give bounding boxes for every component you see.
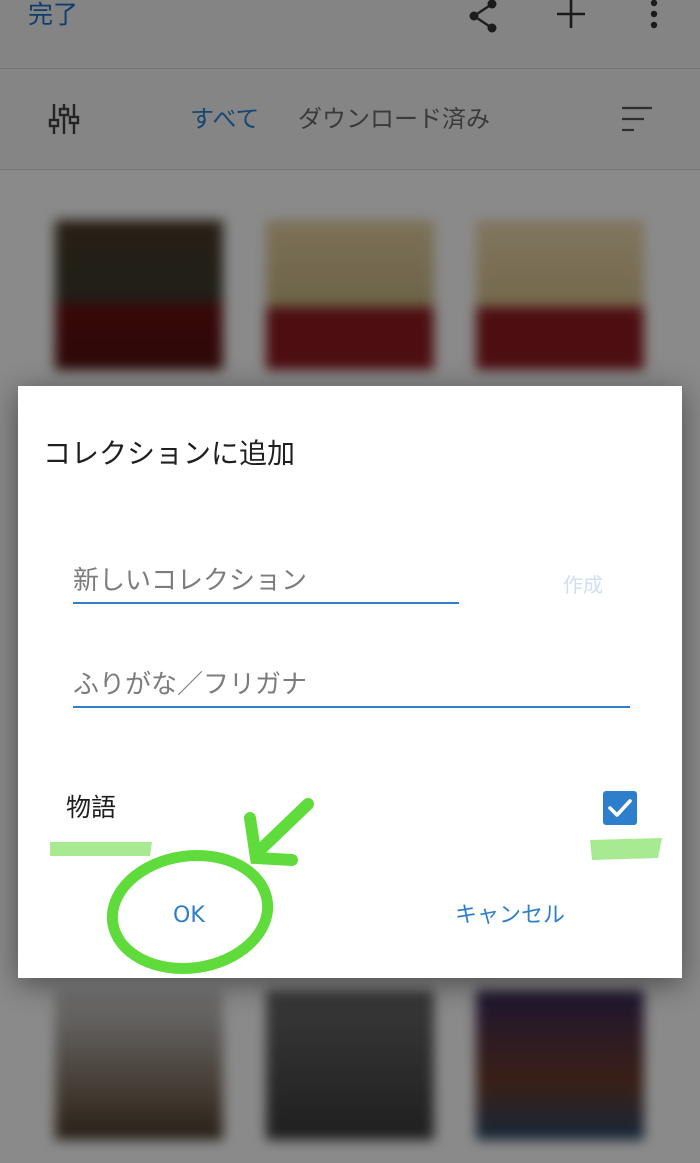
furigana-input[interactable]	[73, 664, 630, 708]
add-to-collection-dialog: コレクションに追加 作成 物語 OK キャンセル	[18, 386, 682, 978]
checkmark-icon	[608, 799, 632, 817]
dialog-title: コレクションに追加	[43, 437, 296, 470]
ok-button[interactable]: OK	[173, 901, 205, 931]
new-collection-input[interactable]	[73, 560, 459, 604]
cancel-button[interactable]: キャンセル	[455, 901, 565, 931]
create-button[interactable]: 作成	[563, 571, 603, 599]
collection-item-label: 物語	[66, 793, 117, 822]
collection-checkbox[interactable]	[603, 791, 637, 825]
